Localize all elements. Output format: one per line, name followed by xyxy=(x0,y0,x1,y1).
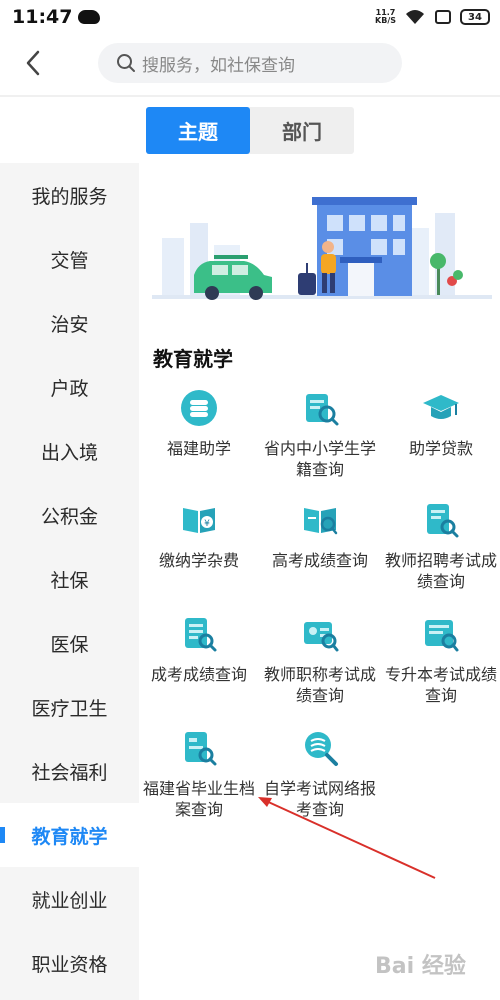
banner-illustration xyxy=(152,197,492,300)
sidebar-item-immigration[interactable]: 出入境 xyxy=(0,419,139,483)
status-time: 11:47 xyxy=(12,6,73,28)
sidebar-item-social-security[interactable]: 社保 xyxy=(0,547,139,611)
status-indicators: 11.7 KB/S 34 xyxy=(375,8,490,26)
service-label: 缴纳学杂费 xyxy=(158,551,239,570)
sidebar-item-medical-insurance[interactable]: 医保 xyxy=(0,611,139,675)
document-search-icon xyxy=(427,504,459,538)
status-bar: 11:47 11.7 KB/S 34 xyxy=(0,0,500,34)
magnifier-icon xyxy=(305,732,338,766)
service-label: 助学贷款 xyxy=(408,439,473,458)
sidebar-item-housing-fund[interactable]: 公积金 xyxy=(0,483,139,547)
service-label: 成考成绩查询 xyxy=(150,665,247,684)
document-search-icon xyxy=(306,394,339,426)
search-icon xyxy=(117,54,135,72)
sidebar-item-household[interactable]: 户政 xyxy=(0,355,139,419)
search-input[interactable]: 搜服务，如社保查询 xyxy=(98,43,402,83)
graduation-cap-icon xyxy=(423,395,459,419)
notification-icon xyxy=(78,10,101,24)
archive-search-icon xyxy=(185,732,217,766)
sidebar-item-social-welfare[interactable]: 社会福利 xyxy=(0,739,139,803)
service-tuition-payment[interactable]: ¥ 缴纳学杂费 xyxy=(139,500,259,571)
service-teacher-recruit-score[interactable]: 教师招聘考试成绩查询 xyxy=(381,500,500,592)
sidebar-item-education[interactable]: 教育就学 xyxy=(0,803,139,867)
sidebar-item-traffic[interactable]: 交管 xyxy=(0,227,139,291)
service-gaokao-score[interactable]: 高考成绩查询 xyxy=(260,500,380,571)
wifi-icon xyxy=(406,10,424,24)
service-label: 高考成绩查询 xyxy=(271,551,368,570)
service-label: 教师招聘考试成绩查询 xyxy=(385,551,498,591)
search-placeholder: 搜服务，如社保查询 xyxy=(142,55,295,76)
network-speed: 11.7 KB/S xyxy=(375,8,396,25)
service-self-study-exam-query[interactable]: 自学考试网络报考查询 xyxy=(260,728,380,820)
service-label: 省内中小学生学籍查询 xyxy=(264,439,377,479)
back-button[interactable] xyxy=(18,48,48,78)
coin-stack-icon xyxy=(181,390,217,426)
sidebar-item-my-services[interactable]: 我的服务 xyxy=(0,163,139,227)
service-upgrade-exam-score[interactable]: 专升本考试成绩查询 xyxy=(381,614,500,706)
battery-icon: 34 xyxy=(460,9,490,25)
service-label: 福建省毕业生档案查询 xyxy=(143,779,256,819)
document-search-icon xyxy=(185,618,217,652)
service-label: 自学考试网络报考查询 xyxy=(264,779,377,819)
service-label: 福建助学 xyxy=(166,439,231,458)
section-title: 教育就学 xyxy=(153,347,233,371)
sidebar-item-employment[interactable]: 就业创业 xyxy=(0,867,139,931)
tab-department[interactable]: 部门 xyxy=(250,107,354,154)
sidebar-item-public-security[interactable]: 治安 xyxy=(0,291,139,355)
header: 搜服务，如社保查询 xyxy=(0,36,500,94)
service-adult-exam-score[interactable]: 成考成绩查询 xyxy=(139,614,259,685)
book-payment-icon: ¥ xyxy=(183,508,215,533)
certificate-search-icon xyxy=(425,620,459,652)
id-card-search-icon xyxy=(304,622,339,652)
service-student-status-query[interactable]: 省内中小学生学籍查询 xyxy=(260,388,380,480)
service-label: 专升本考试成绩查询 xyxy=(385,665,498,705)
screen-icon xyxy=(435,10,451,24)
svg-text:¥: ¥ xyxy=(204,519,210,529)
category-switch: 主题 部门 xyxy=(146,107,354,154)
service-student-loan[interactable]: 助学贷款 xyxy=(381,388,500,459)
exam-score-icon xyxy=(304,508,338,535)
service-teacher-title-score[interactable]: 教师职称考试成绩查询 xyxy=(260,614,380,706)
service-graduate-archive-query[interactable]: 福建省毕业生档案查询 xyxy=(139,728,259,820)
chevron-left-icon xyxy=(26,50,40,76)
tab-topic[interactable]: 主题 xyxy=(146,107,250,154)
service-label: 教师职称考试成绩查询 xyxy=(264,665,377,705)
sidebar: 我的服务 交管 治安 户政 出入境 公积金 社保 医保 医疗卫生 社会福利 教育… xyxy=(0,163,139,1000)
watermark-logo: Bai 经验 xyxy=(375,954,466,979)
active-indicator xyxy=(0,827,5,843)
sidebar-item-healthcare[interactable]: 医疗卫生 xyxy=(0,675,139,739)
service-fujian-student-aid[interactable]: 福建助学 xyxy=(139,388,259,459)
sidebar-item-qualifications[interactable]: 职业资格 xyxy=(0,931,139,995)
header-divider xyxy=(0,95,500,97)
